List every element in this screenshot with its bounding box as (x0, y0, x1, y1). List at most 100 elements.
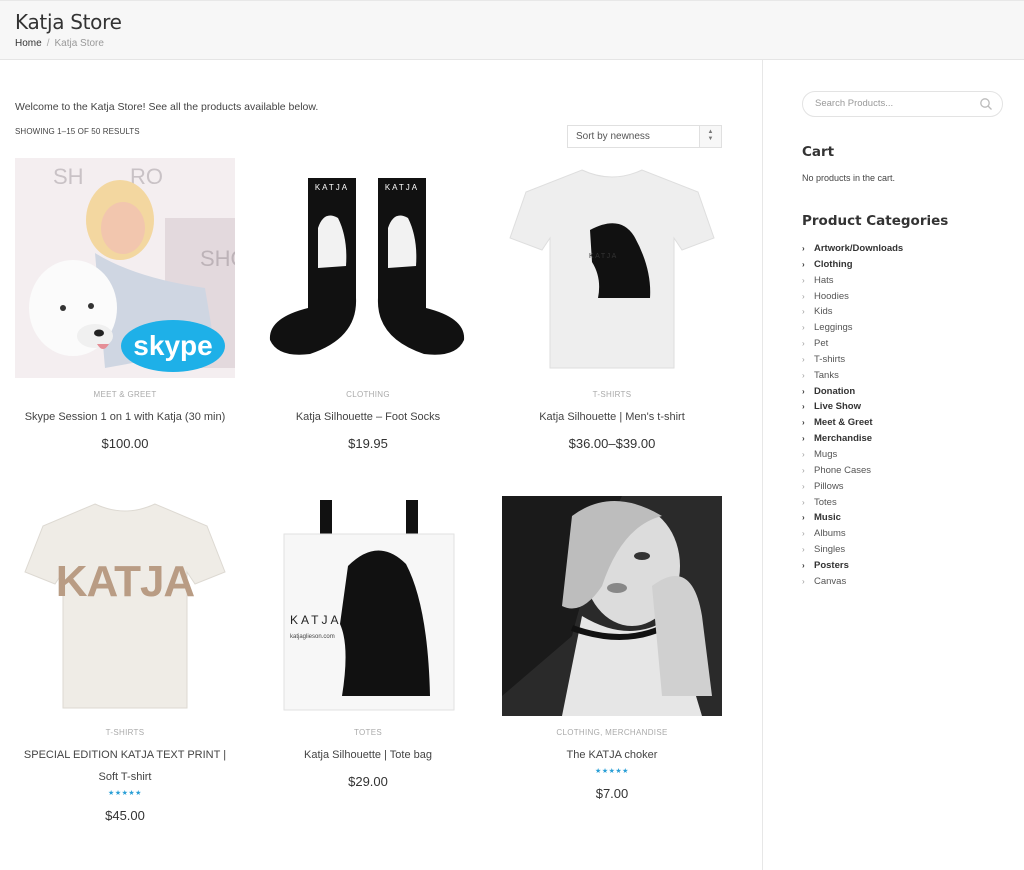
category-label: Totes (814, 496, 837, 508)
product-price: $45.00 (105, 808, 145, 823)
category-item[interactable]: › Artwork/Downloads (802, 241, 903, 257)
chevron-right-icon: › (802, 291, 805, 301)
chevron-right-icon: › (802, 259, 805, 269)
category-label: Meet & Greet (814, 417, 873, 429)
svg-text:SHO: SHO (200, 246, 235, 271)
category-label: Tanks (814, 369, 839, 381)
category-label: T-shirts (814, 353, 846, 365)
category-label: Albums (814, 528, 846, 540)
category-item[interactable]: › Meet & Greet (802, 415, 903, 431)
category-item[interactable]: › Pet (802, 336, 903, 352)
product-card: KATJA T-SHIRTS Katja Silhouette | Men's … (502, 158, 722, 458)
chevron-right-icon: › (802, 529, 805, 539)
product-image[interactable]: SH RO SHO skype (15, 158, 235, 378)
sort-selected-value: Sort by newness (576, 131, 650, 142)
category-item[interactable]: › Canvas (802, 574, 903, 590)
product-name[interactable]: The KATJA choker (502, 744, 722, 766)
rating-stars: ★★★★★ (595, 768, 629, 775)
chevron-right-icon: › (802, 339, 805, 349)
page-title: Katja Store (15, 10, 122, 34)
product-name[interactable]: Katja Silhouette | Tote bag (258, 744, 478, 766)
category-item[interactable]: › Tanks (802, 368, 903, 384)
product-price: $7.00 (595, 786, 629, 801)
chevron-right-icon: › (802, 465, 805, 475)
product-image[interactable]: KATJA (15, 496, 235, 716)
chevron-right-icon: › (802, 275, 805, 285)
product-price: $36.00–$39.00 (568, 436, 656, 451)
product-category[interactable]: T-SHIRTS (15, 728, 235, 737)
chevron-right-icon: › (802, 370, 805, 380)
sock-print-text: KATJA (385, 183, 419, 192)
chevron-right-icon: › (802, 418, 805, 428)
cart-title: Cart (802, 144, 835, 160)
search-icon[interactable] (979, 97, 993, 111)
category-item[interactable]: › Phone Cases (802, 463, 903, 479)
category-item[interactable]: › Mugs (802, 447, 903, 463)
product-name[interactable]: SPECIAL EDITION KATJA TEXT PRINT | Soft … (15, 744, 235, 788)
product-image[interactable] (502, 496, 722, 716)
product-category[interactable]: CLOTHING (258, 390, 478, 399)
category-item[interactable]: › Totes (802, 495, 903, 511)
product-name[interactable]: Katja Silhouette | Men's t-shirt (502, 406, 722, 428)
category-item[interactable]: › Donation (802, 384, 903, 400)
category-item[interactable]: › Live Show (802, 399, 903, 415)
category-label: Pillows (814, 480, 844, 492)
category-item[interactable]: › Music (802, 510, 903, 526)
category-item[interactable]: › Merchandise (802, 431, 903, 447)
product-name[interactable]: Katja Silhouette – Foot Socks (258, 406, 478, 428)
page-header: Katja Store Home / Katja Store (0, 0, 1024, 60)
category-item[interactable]: › Singles (802, 542, 903, 558)
product-category[interactable]: TOTES (258, 728, 478, 737)
category-item[interactable]: › Leggings (802, 320, 903, 336)
product-image[interactable]: KATJA KATJA (258, 158, 478, 378)
svg-text:SH: SH (53, 164, 84, 189)
sort-select[interactable]: Sort by newness ▲ ▼ (567, 125, 722, 148)
category-item[interactable]: › Pillows (802, 479, 903, 495)
category-item[interactable]: › Posters (802, 558, 903, 574)
search-input[interactable]: Search Products... (802, 91, 1003, 117)
product-image[interactable]: KATJA katjaglieson.com (258, 496, 478, 716)
category-list: › Artwork/Downloads › Clothing › Hats › Hoodies… (802, 241, 903, 590)
product-category[interactable]: T-SHIRTS (502, 390, 722, 399)
chevron-right-icon: › (802, 497, 805, 507)
categories-title: Product Categories (802, 213, 949, 229)
sock-print-text: KATJA (315, 183, 349, 192)
category-item[interactable]: › Hats (802, 273, 903, 289)
category-item[interactable]: › Hoodies (802, 289, 903, 305)
category-label: Mugs (814, 448, 838, 460)
search-placeholder: Search Products... (815, 98, 894, 109)
category-label: Kids (814, 306, 833, 318)
chevron-right-icon: › (802, 449, 805, 459)
rating-stars: ★★★★★ (108, 790, 142, 797)
breadcrumb-home-link[interactable]: Home (15, 38, 42, 49)
product-card: SH RO SHO skype MEET & GREET Skype Sessi… (15, 158, 235, 458)
category-label: Canvas (814, 575, 847, 587)
product-price: $29.00 (348, 774, 388, 789)
category-item[interactable]: › Kids (802, 304, 903, 320)
category-label: Music (814, 512, 841, 524)
breadcrumb: Home / Katja Store (15, 38, 104, 49)
category-item[interactable]: › Albums (802, 526, 903, 542)
category-label: Phone Cases (814, 464, 872, 476)
chevron-right-icon: › (802, 481, 805, 491)
cart-empty-text: No products in the cart. (802, 173, 896, 183)
chevron-right-icon: › (802, 244, 805, 253)
product-name[interactable]: Skype Session 1 on 1 with Katja (30 min) (15, 406, 235, 428)
chevron-right-icon: › (802, 354, 805, 364)
category-item[interactable]: › Clothing (802, 257, 903, 273)
product-image[interactable]: KATJA (502, 158, 722, 378)
category-label: Artwork/Downloads (814, 243, 904, 254)
category-label: Donation (814, 385, 856, 397)
category-label: Merchandise (814, 433, 873, 445)
category-label: Pet (814, 338, 829, 350)
category-item[interactable]: › T-shirts (802, 352, 903, 368)
chevron-right-icon: › (802, 513, 805, 523)
category-label: Singles (814, 544, 846, 556)
tshirt-print-text: KATJA (589, 253, 618, 260)
product-category[interactable]: MEET & GREET (15, 390, 235, 399)
chevron-right-icon: › (802, 545, 805, 555)
category-label: Hoodies (814, 290, 849, 302)
chevron-right-icon: › (802, 560, 805, 570)
product-category[interactable]: CLOTHING, MERCHANDISE (502, 728, 722, 737)
product-card: KATJA T-SHIRTS SPECIAL EDITION KATJA TEX… (15, 496, 235, 836)
